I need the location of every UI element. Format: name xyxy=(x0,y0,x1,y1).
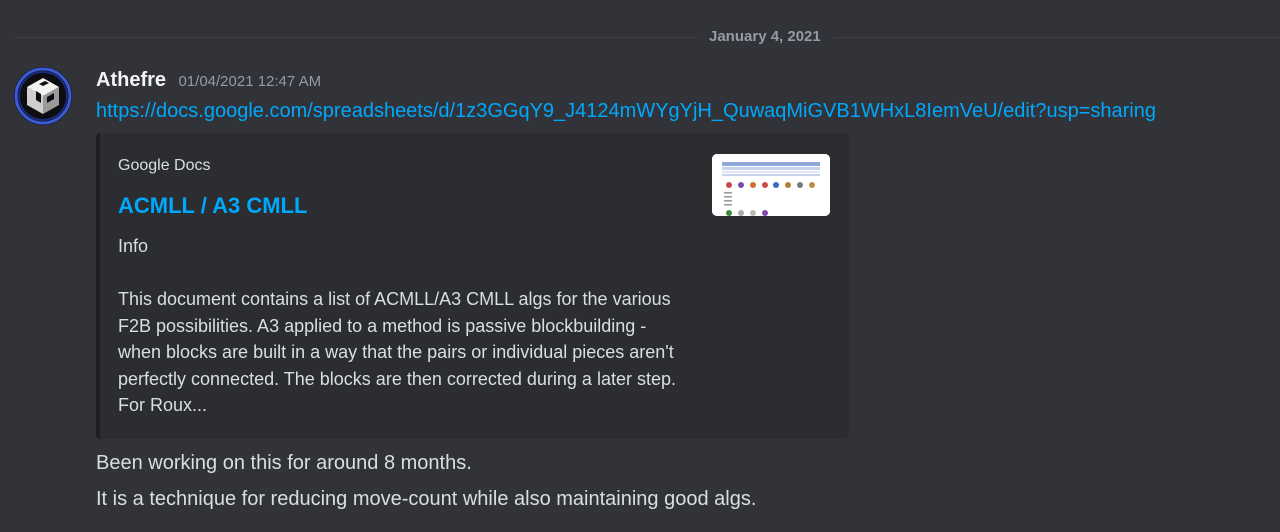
date-divider: January 4, 2021 xyxy=(14,26,1280,48)
embed-thumbnail[interactable] xyxy=(712,154,830,216)
link-embed: Google Docs ACMLL / A3 CMLL Info This do… xyxy=(96,133,849,439)
message-timestamp[interactable]: 01/04/2021 12:47 AM xyxy=(178,73,321,90)
spreadsheet-thumbnail-icon xyxy=(712,154,830,216)
message-header: Athefre 01/04/2021 12:47 AM xyxy=(96,69,321,95)
embed-title-link[interactable]: ACMLL / A3 CMLL xyxy=(118,193,307,219)
spreadsheet-link[interactable]: https://docs.google.com/spreadsheets/d/1… xyxy=(96,100,1156,123)
divider-line xyxy=(14,37,1280,38)
embed-description-heading: Info xyxy=(118,236,149,256)
username[interactable]: Athefre xyxy=(96,69,166,91)
message-text-line-2: It is a technique for reducing move-coun… xyxy=(96,488,757,510)
embed-description: This document contains a list of ACMLL/A… xyxy=(118,289,676,415)
message-text-line-1: Been working on this for around 8 months… xyxy=(96,452,472,474)
chat-message-view: January 4, 2021 Athefre 01/04/2021 12:47… xyxy=(0,0,1280,532)
embed-provider[interactable]: Google Docs xyxy=(118,157,211,175)
cube-logo-icon xyxy=(14,67,72,125)
avatar[interactable] xyxy=(14,67,72,125)
date-label: January 4, 2021 xyxy=(697,28,833,45)
